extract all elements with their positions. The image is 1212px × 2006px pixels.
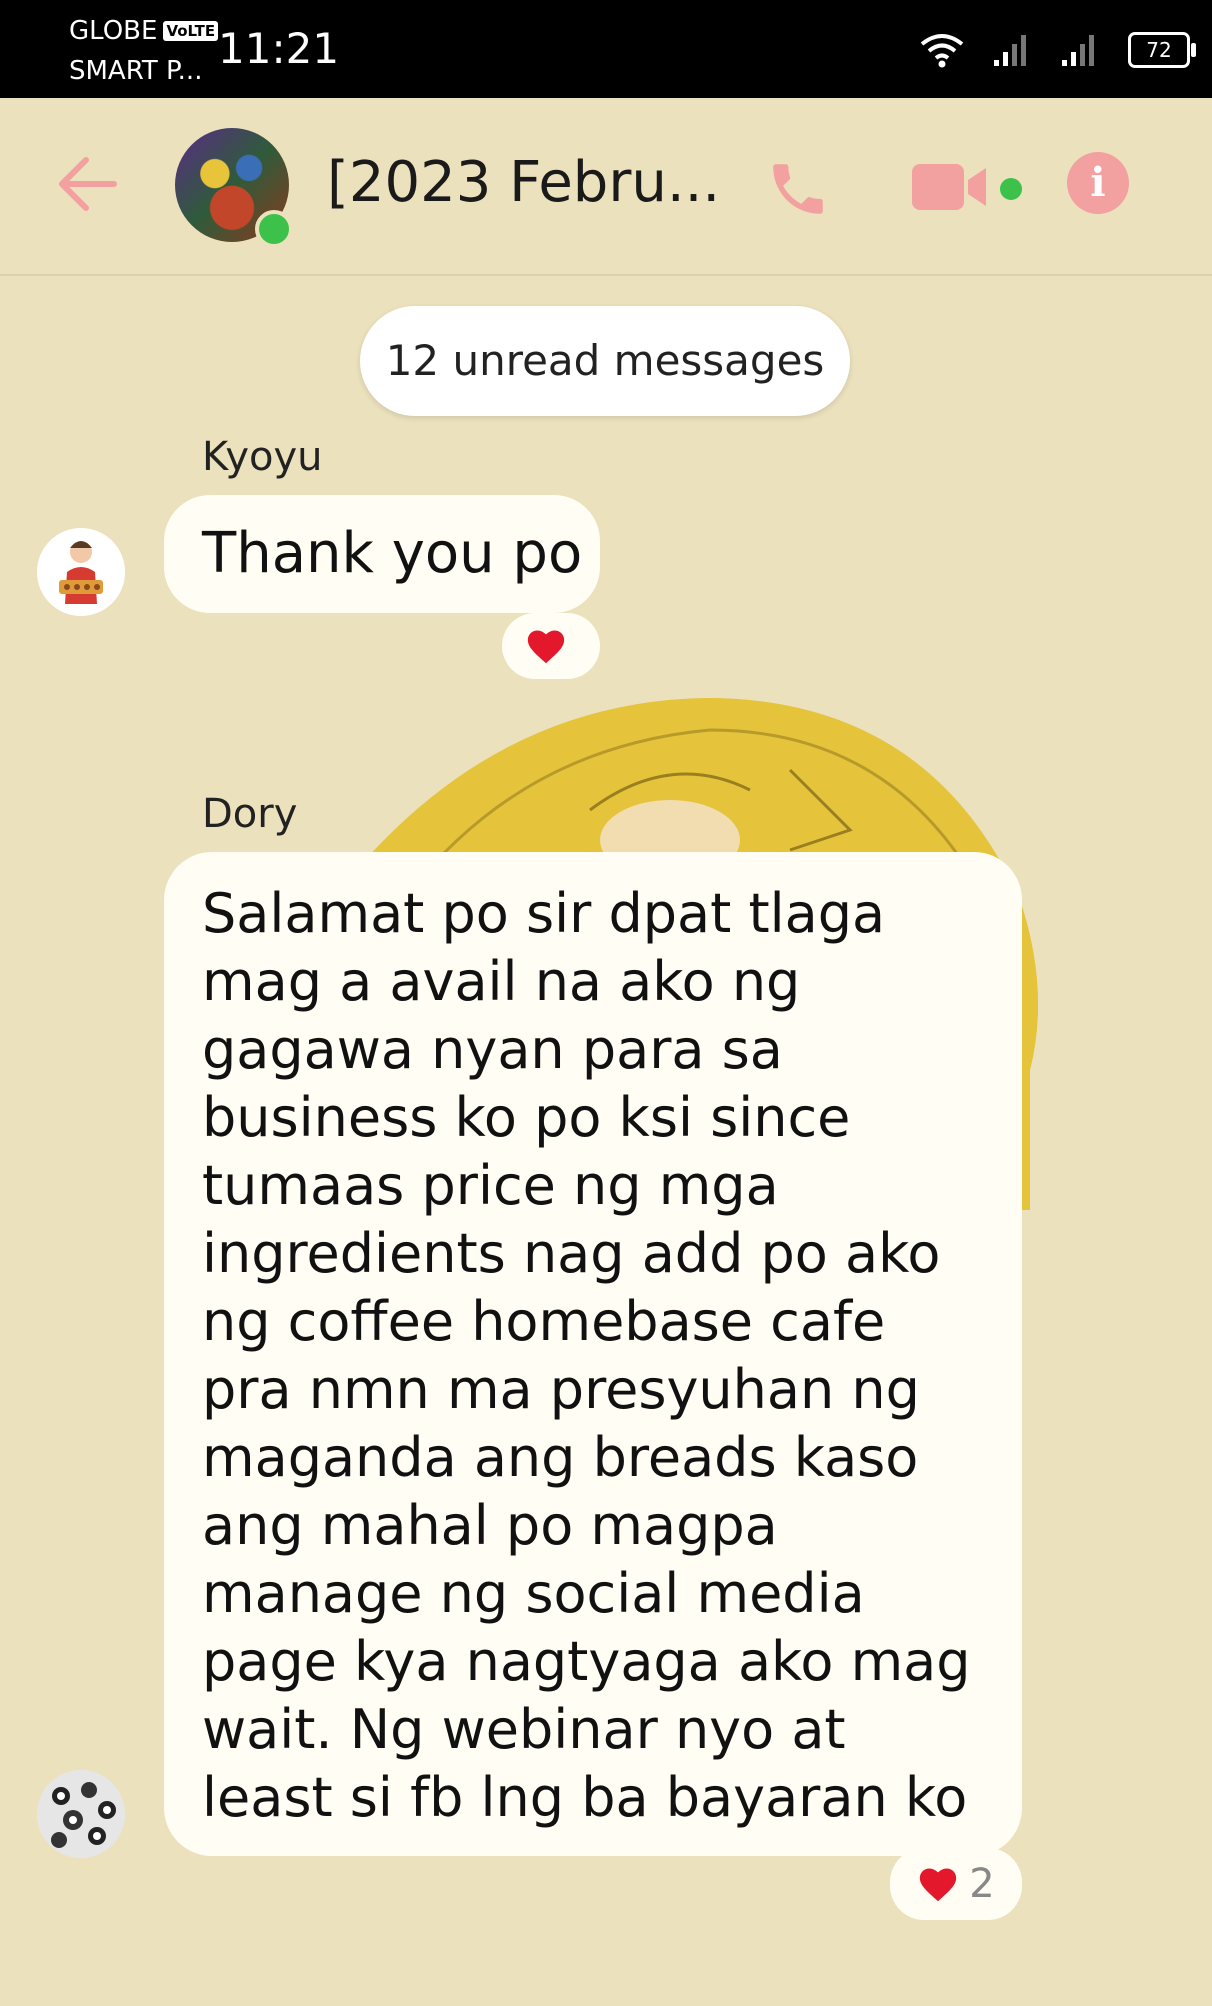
back-arrow-icon[interactable] <box>56 156 118 212</box>
sender-avatar[interactable] <box>37 528 125 616</box>
pattern-avatar-icon <box>37 1770 125 1858</box>
clock: 11:21 <box>218 24 340 73</box>
volte-badge: VoLTE <box>163 21 219 41</box>
wifi-icon <box>920 34 964 68</box>
message-reaction[interactable] <box>502 613 600 679</box>
carrier-2: SMART P... <box>69 56 203 86</box>
carrier-1-label: GLOBE <box>69 16 158 46</box>
status-bar: GLOBE VoLTE SMART P... 11:21 72 <box>0 0 1212 98</box>
message-reaction[interactable]: 2 <box>890 1848 1022 1920</box>
carrier-1: GLOBE VoLTE <box>69 16 219 46</box>
signal-2-icon <box>1062 35 1094 66</box>
sender-avatar[interactable] <box>37 1770 125 1858</box>
phone-call-icon[interactable] <box>765 156 831 222</box>
sender-name: Kyoyu <box>202 434 323 480</box>
baker-avatar-icon <box>37 528 125 616</box>
message-bubble[interactable]: Salamat po sir dpat tlaga mag a avail na… <box>164 852 1022 1856</box>
battery-icon: 72 <box>1128 32 1196 68</box>
message-text: Salamat po sir dpat tlaga mag a avail na… <box>202 882 971 1829</box>
status-icons: 72 <box>920 28 1196 72</box>
chat-title[interactable]: [2023 Febru... <box>327 150 720 215</box>
info-icon[interactable]: i <box>1067 152 1129 214</box>
heart-icon <box>920 1868 957 1902</box>
online-indicator <box>255 210 293 248</box>
chat-header: [2023 Febru... i <box>0 98 1212 276</box>
video-call-icon[interactable] <box>910 162 988 212</box>
reaction-count: 2 <box>969 1861 995 1907</box>
video-active-dot <box>1000 178 1022 200</box>
message-bubble[interactable]: Thank you po <box>164 495 600 613</box>
sender-name: Dory <box>202 791 298 837</box>
unread-messages-banner[interactable]: 12 unread messages <box>360 306 850 416</box>
heart-icon <box>527 630 565 664</box>
signal-1-icon <box>994 35 1026 66</box>
